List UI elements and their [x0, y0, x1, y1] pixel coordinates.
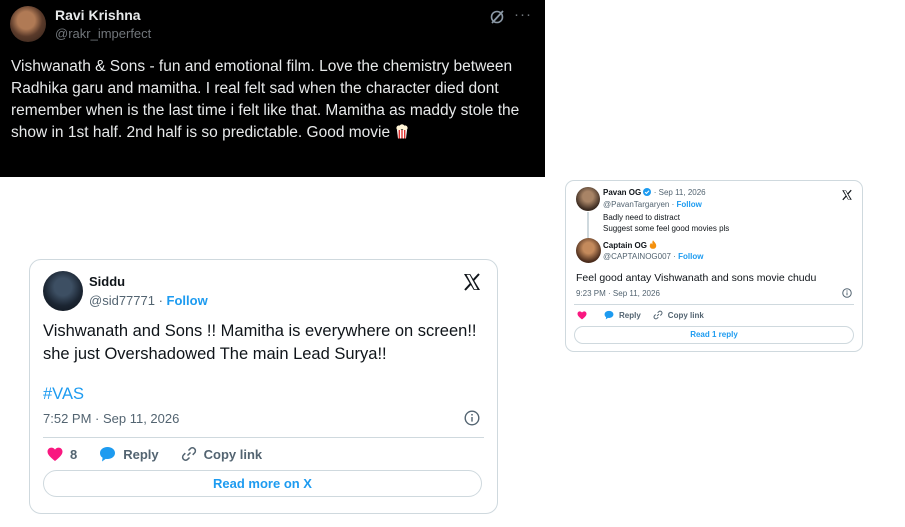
parent-text-line: Suggest some feel good movies pls [603, 224, 730, 233]
reply-bubble-icon [100, 447, 116, 462]
timestamp[interactable]: 9:23 PM · Sep 11, 2026 [576, 289, 660, 298]
popcorn-icon [396, 124, 409, 139]
thread-line [587, 212, 589, 238]
info-icon[interactable] [842, 288, 852, 298]
separator: · [669, 200, 677, 209]
link-icon [653, 310, 663, 320]
divider [574, 304, 854, 305]
copy-link-label: Copy link [203, 446, 263, 462]
tweet-text: Vishwanath and Sons !! Mamitha is everyw… [43, 322, 477, 363]
author-handle[interactable]: @sid77771 [89, 293, 155, 308]
author-name[interactable]: Captain OG [603, 241, 647, 250]
read-more-button[interactable]: Read more on X [43, 470, 482, 497]
hashtag-link[interactable]: #VAS [43, 385, 84, 404]
tweet-body: Vishwanath & Sons - fun and emotional fi… [11, 58, 520, 141]
author-handle[interactable]: @rakr_imperfect [55, 26, 151, 41]
copy-link-button[interactable]: Copy link [181, 446, 263, 462]
dark-tweet: Ravi Krishna @rakr_imperfect ··· Vishwan… [0, 0, 545, 177]
avatar[interactable] [43, 271, 83, 311]
copy-link-label: Copy link [667, 310, 704, 320]
reply-button[interactable]: Reply [99, 446, 159, 462]
like-button[interactable] [577, 310, 592, 320]
x-logo-icon[interactable] [462, 272, 482, 292]
divider [43, 437, 484, 438]
more-options-icon[interactable]: ··· [514, 6, 532, 23]
follow-link[interactable]: Follow [167, 293, 208, 308]
parent-handle[interactable]: @PavanTargaryen [603, 200, 669, 209]
copy-link-button[interactable]: Copy link [653, 310, 704, 320]
separator: · [154, 293, 167, 308]
parent-text: Badly need to distract Suggest some feel… [603, 212, 729, 234]
heart-icon [577, 310, 587, 319]
parent-handle-row: @PavanTargaryen · Follow [603, 200, 702, 209]
parent-text-line: Badly need to distract [603, 213, 680, 222]
timestamp[interactable]: 7:52 PM · Sep 11, 2026 [43, 411, 179, 426]
action-bar: Reply Copy link [577, 310, 716, 320]
author-name[interactable]: Ravi Krishna [55, 7, 141, 23]
parent-follow-link[interactable]: Follow [677, 200, 702, 209]
reply-label: Reply [123, 446, 159, 462]
author-row: Captain OG [603, 240, 657, 250]
reply-button[interactable]: Reply [604, 310, 641, 320]
tweet-text: Vishwanath & Sons - fun and emotional fi… [11, 56, 536, 144]
parent-avatar[interactable] [576, 187, 600, 211]
x-logo-icon[interactable] [841, 189, 853, 201]
embedded-tweet-card: Siddu @sid77771 · Follow Vishwanath and … [29, 259, 498, 514]
like-button[interactable]: 8 [47, 447, 77, 462]
fire-icon [650, 240, 657, 249]
avatar[interactable] [10, 6, 46, 42]
author-handle-row: @CAPTAINOG007 · Follow [603, 252, 703, 261]
parent-author-name[interactable]: Pavan OG [603, 188, 641, 197]
author-handle-row: @sid77771 · Follow [89, 293, 208, 308]
parent-author-row: Pavan OG · Sep 11, 2026 [603, 188, 706, 197]
read-reply-button[interactable]: Read 1 reply [574, 326, 854, 344]
author-handle[interactable]: @CAPTAINOG007 [603, 252, 671, 261]
like-count: 8 [70, 446, 78, 462]
parent-date[interactable]: · Sep 11, 2026 [654, 188, 706, 197]
link-icon [181, 447, 196, 461]
author-avatar[interactable] [576, 238, 601, 263]
grok-icon[interactable] [489, 9, 505, 25]
action-bar: 8 Reply Copy link [47, 446, 284, 462]
reply-text: Feel good antay Vishwanath and sons movi… [576, 272, 817, 284]
info-icon[interactable] [464, 410, 480, 426]
author-follow-link[interactable]: Follow [678, 252, 703, 261]
heart-icon [47, 447, 63, 461]
author-name[interactable]: Siddu [89, 274, 125, 289]
reply-label: Reply [619, 310, 641, 320]
reply-bubble-icon [604, 310, 614, 320]
reply-tweet-card: Pavan OG · Sep 11, 2026 @PavanTargaryen … [565, 180, 863, 352]
verified-badge-icon [643, 188, 652, 196]
